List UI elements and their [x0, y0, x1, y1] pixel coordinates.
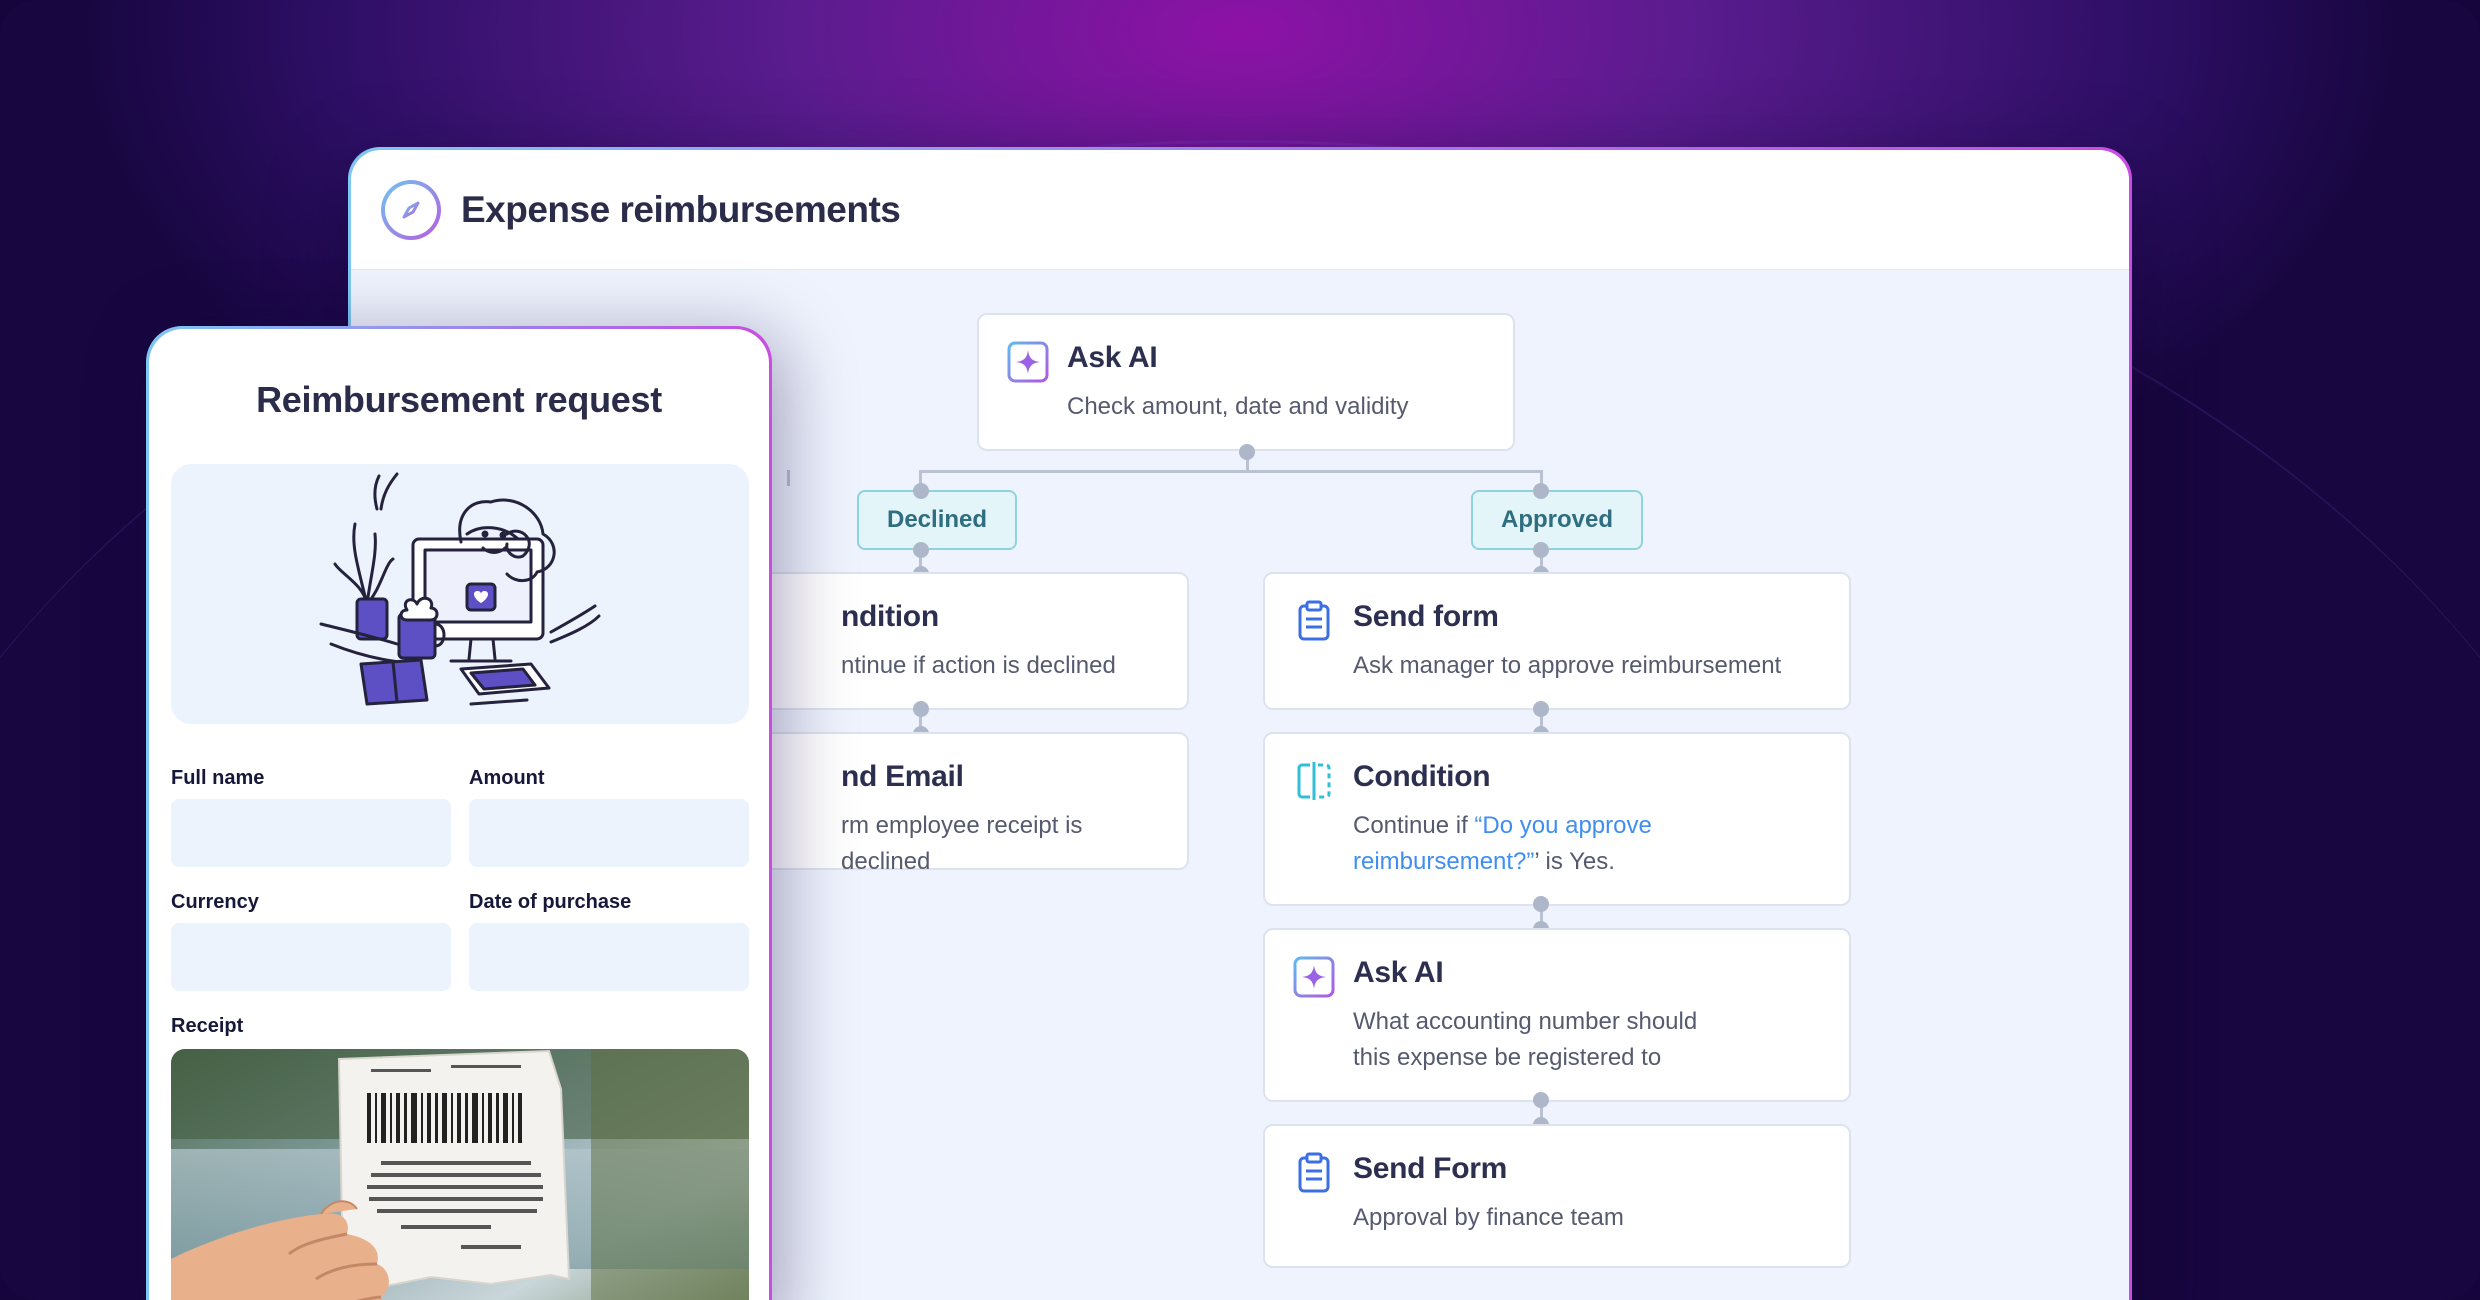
- form-title: Reimbursement request: [256, 379, 662, 420]
- sparkle-icon: [1293, 956, 1335, 998]
- connector-dot[interactable]: [1533, 896, 1549, 912]
- node-subtitle: rm employee receipt is declined: [841, 812, 1083, 875]
- node-subtitle: Check amount, date and validity: [1067, 393, 1409, 420]
- node-title: ndition: [841, 600, 939, 633]
- node-subtitle: Approval by finance team: [1353, 1204, 1624, 1231]
- node-title: Condition: [1353, 760, 1491, 793]
- window-header: Expense reimbursements: [351, 150, 2129, 270]
- condition-approved-node[interactable]: Condition Continue if “Do you approve re…: [1263, 732, 1851, 906]
- sparkle-icon: [1007, 341, 1049, 383]
- reimbursement-form-card: Reimbursement request Full name Amount C…: [146, 326, 772, 1300]
- split-icon: [1293, 760, 1335, 802]
- send-form-finance-node[interactable]: Send Form Approval by finance team: [1263, 1124, 1851, 1268]
- date-of-purchase-label: Date of purchase: [469, 891, 632, 913]
- branch-connector: [921, 470, 1541, 473]
- currency-input[interactable]: [171, 923, 451, 991]
- node-title: Ask AI: [1353, 956, 1444, 989]
- currency-label: Currency: [171, 891, 259, 913]
- date-of-purchase-input[interactable]: [469, 923, 749, 991]
- node-title: Send form: [1353, 600, 1499, 633]
- ask-ai-accounting-node[interactable]: Ask AI What accounting number should this…: [1263, 928, 1851, 1102]
- full-name-input[interactable]: [171, 799, 451, 867]
- send-form-node[interactable]: Send form Ask manager to approve reimbur…: [1263, 572, 1851, 710]
- amount-label: Amount: [469, 767, 545, 789]
- declined-tag[interactable]: Declined: [857, 490, 1018, 550]
- amount-input[interactable]: [469, 799, 749, 867]
- node-subtitle: ntinue if action is declined: [841, 652, 1116, 679]
- approved-tag[interactable]: Approved: [1471, 490, 1644, 550]
- receipt-label: Receipt: [171, 1015, 244, 1037]
- clipboard-icon: [1293, 1152, 1335, 1194]
- receipt-photo[interactable]: [171, 1049, 749, 1300]
- window-title: Expense reimbursements: [461, 188, 901, 230]
- connector-dot[interactable]: [1533, 483, 1549, 499]
- full-name-label: Full name: [171, 767, 265, 789]
- ask-ai-node[interactable]: Ask AI Check amount, date and validity: [977, 313, 1515, 451]
- connector-dot[interactable]: [913, 701, 929, 717]
- connector-dot[interactable]: [1533, 1092, 1549, 1108]
- clipboard-icon: [1293, 600, 1335, 642]
- connector-dot[interactable]: [913, 542, 929, 558]
- node-subtitle: Continue if “Do you approve reimbursemen…: [1353, 812, 1652, 875]
- node-subtitle: What accounting number should this expens…: [1353, 1008, 1698, 1071]
- node-title: Ask AI: [1067, 341, 1158, 374]
- connector-dot[interactable]: [1533, 701, 1549, 717]
- connector-dot[interactable]: [913, 483, 929, 499]
- node-title: Send Form: [1353, 1152, 1507, 1185]
- node-subtitle: Ask manager to approve reimbursement: [1353, 652, 1782, 679]
- node-title: nd Email: [841, 760, 964, 793]
- connector-dot[interactable]: [1239, 444, 1255, 460]
- compass-icon: [381, 179, 441, 240]
- connector-dot[interactable]: [1533, 542, 1549, 558]
- illustration-image: [171, 464, 749, 724]
